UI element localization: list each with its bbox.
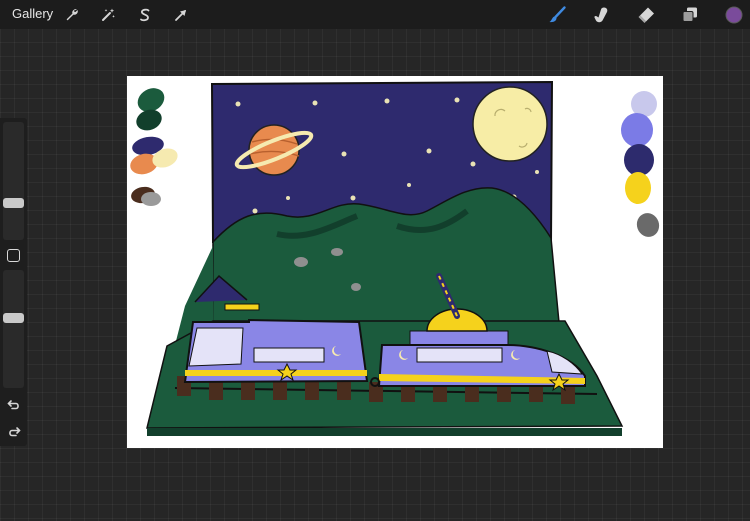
color-swatch-icon[interactable] xyxy=(723,4,745,26)
gallery-button[interactable]: Gallery xyxy=(12,6,53,21)
brush-icon[interactable] xyxy=(546,4,568,26)
wrench-icon[interactable] xyxy=(61,4,83,26)
right-palette-swatch-1 xyxy=(631,91,657,117)
modify-button[interactable] xyxy=(7,249,20,262)
opacity-thumb[interactable] xyxy=(3,313,24,324)
eraser-icon[interactable] xyxy=(635,4,657,26)
left-palette-swatch-7 xyxy=(141,192,161,206)
drawing-canvas[interactable] xyxy=(127,76,663,448)
moon xyxy=(472,86,548,162)
undo-icon[interactable] xyxy=(6,396,22,412)
brush-size-slider[interactable] xyxy=(3,122,24,240)
layers-icon[interactable] xyxy=(679,4,701,26)
top-toolbar: Gallery xyxy=(0,0,750,29)
selection-s-icon[interactable] xyxy=(134,4,156,26)
artwork xyxy=(130,80,660,436)
right-palette-swatch-4 xyxy=(625,172,651,204)
left-palette-swatch-2 xyxy=(136,109,162,131)
right-palette-swatch-5 xyxy=(636,213,660,237)
color-palette-right xyxy=(621,91,660,237)
color-palette-left xyxy=(130,88,178,206)
arrow-cursor-icon[interactable] xyxy=(170,4,192,26)
brush-size-thumb[interactable] xyxy=(3,197,24,208)
smudge-finger-icon[interactable] xyxy=(590,4,612,26)
magic-wand-icon[interactable] xyxy=(97,4,119,26)
left-sidebar xyxy=(0,118,27,446)
redo-icon[interactable] xyxy=(6,423,22,439)
right-palette-swatch-3 xyxy=(624,144,654,176)
right-palette-swatch-2 xyxy=(621,113,653,147)
opacity-slider[interactable] xyxy=(3,270,24,388)
